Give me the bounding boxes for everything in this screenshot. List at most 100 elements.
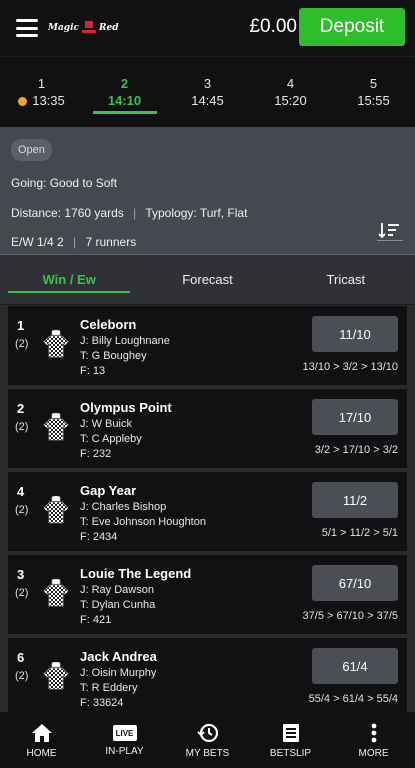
odds-history: 3/2 > 17/10 > 3/2 [314, 444, 398, 456]
runner-card: 4 (2) Gap Year J: Charles Bishop T: Eve … [8, 472, 407, 551]
race-time: 15:55 [357, 93, 390, 108]
runner-name: Celeborn [80, 317, 137, 332]
trainer-name: T: Dylan Cunha [80, 599, 156, 611]
jockey-name: J: W Buick [80, 418, 132, 430]
runner-draw: (2) [15, 587, 29, 599]
distance-value: 1760 yards [64, 206, 124, 220]
odds-history: 55/4 > 61/4 > 55/4 [308, 693, 398, 705]
top-bar: Magic Red £0.00 Deposit [0, 0, 415, 56]
sort-icon[interactable] [377, 220, 403, 242]
race-time: 14:45 [191, 93, 224, 108]
runner-form: F: 421 [80, 614, 112, 626]
race-tab-3[interactable]: 3 14:45 [166, 57, 249, 127]
history-icon [196, 723, 218, 743]
runner-name: Louie The Legend [80, 566, 192, 581]
tab-win-ew[interactable]: Win / Ew [0, 255, 138, 304]
runner-name: Olympus Point [80, 400, 172, 415]
live-icon: LIVE [112, 725, 137, 741]
distance-line: Distance: 1760 yards | Typology: Turf, F… [11, 206, 404, 220]
logo-word-red: Red [99, 23, 119, 33]
jockey-silk-icon [43, 413, 69, 441]
odds-history: 13/10 > 3/2 > 13/10 [302, 361, 398, 373]
home-icon [31, 724, 52, 742]
odds-button[interactable]: 61/4 [312, 648, 398, 684]
each-way-terms: E/W 1/4 2 [11, 235, 64, 249]
brand-logo[interactable]: Magic Red [48, 13, 119, 43]
runner-card: 2 (2) Olympus Point J: W Buick T: C Appl… [8, 389, 407, 468]
nav-betslip[interactable]: BETSLIP [249, 712, 332, 768]
odds-history: 5/1 > 11/2 > 5/1 [321, 527, 398, 539]
runners-count: 7 runners [85, 235, 137, 249]
bet-type-tabs: Win / Ew Forecast Tricast [0, 255, 415, 305]
jockey-silk-icon [43, 330, 69, 358]
betslip-icon [282, 724, 299, 742]
nav-mybets[interactable]: MY BETS [166, 712, 249, 768]
going-line: Going: Good to Soft [11, 176, 404, 190]
race-number: 3 [203, 76, 212, 91]
trainer-name: T: Eve Johnson Houghton [80, 516, 206, 528]
runner-form: F: 232 [80, 448, 112, 460]
odds-button[interactable]: 17/10 [312, 399, 398, 435]
nav-label: MORE [358, 748, 389, 759]
runner-form: F: 33624 [80, 697, 124, 709]
nav-inplay[interactable]: LIVE IN-PLAY [83, 712, 166, 768]
logo-word-magic: Magic [48, 23, 79, 33]
status-badge: Open [11, 139, 52, 161]
odds-button[interactable]: 11/2 [312, 482, 398, 518]
nav-more[interactable]: MORE [332, 712, 415, 768]
distance-label: Distance: [11, 206, 62, 220]
runner-draw: (2) [15, 670, 29, 682]
going-value: Good to Soft [49, 176, 118, 190]
runner-list: 1 (2) Celeborn J: Billy Loughnane T: G B… [0, 306, 415, 712]
nav-label: BETSLIP [269, 748, 312, 759]
runner-draw: (2) [15, 338, 29, 350]
runner-number: 3 [17, 567, 25, 582]
runner-draw: (2) [15, 504, 29, 516]
account-balance[interactable]: £0.00 [249, 16, 297, 38]
divider: | [73, 235, 77, 249]
nav-label: IN-PLAY [105, 746, 144, 757]
trainer-name: T: C Appleby [80, 433, 142, 445]
tab-tricast[interactable]: Tricast [277, 255, 415, 304]
runner-card: 6 (2) Jack Andrea J: Oisin Murphy T: R E… [8, 638, 407, 712]
more-dots-icon [371, 723, 376, 743]
odds-history: 37/5 > 67/10 > 37/5 [302, 610, 398, 622]
typology-label: Typology: [145, 206, 197, 220]
race-number: 1 [37, 76, 46, 91]
trainer-name: T: R Eddery [80, 682, 138, 694]
jockey-name: J: Charles Bishop [80, 501, 167, 513]
deposit-button[interactable]: Deposit [299, 8, 405, 46]
runner-name: Gap Year [80, 483, 137, 498]
race-tab-4[interactable]: 4 15:20 [249, 57, 332, 127]
jockey-name: J: Ray Dawson [80, 584, 154, 596]
runner-number: 1 [17, 318, 25, 333]
jockey-silk-icon [43, 496, 69, 524]
race-time: 15:20 [274, 93, 307, 108]
odds-button[interactable]: 67/10 [312, 565, 398, 601]
going-label: Going: [11, 176, 47, 190]
runner-draw: (2) [15, 421, 29, 433]
race-timeline: 1 13:35 2 14:10 3 14:45 4 15:20 5 15:55 [0, 56, 415, 127]
nav-label: HOME [26, 748, 57, 759]
jockey-name: J: Oisin Murphy [80, 667, 157, 679]
divider: | [133, 206, 137, 220]
tab-forecast[interactable]: Forecast [138, 255, 276, 304]
race-number: 4 [286, 76, 295, 91]
runner-form: F: 2434 [80, 531, 118, 543]
bottom-navigation: HOME LIVE IN-PLAY MY BETS BETSLIP MORE [0, 712, 415, 768]
runner-form: F: 13 [80, 365, 106, 377]
trainer-name: T: G Boughey [80, 350, 147, 362]
top-hat-icon [82, 21, 96, 33]
nav-home[interactable]: HOME [0, 712, 83, 768]
race-tab-1[interactable]: 1 13:35 [0, 57, 83, 127]
odds-button[interactable]: 11/10 [312, 316, 398, 352]
race-number: 5 [369, 76, 378, 91]
runner-card: 3 (2) Louie The Legend J: Ray Dawson T: … [8, 555, 407, 634]
race-time: 13:35 [32, 93, 65, 108]
nav-label: MY BETS [185, 748, 230, 759]
race-tab-5[interactable]: 5 15:55 [332, 57, 415, 127]
runner-number: 4 [17, 484, 25, 499]
menu-icon[interactable] [16, 17, 38, 39]
race-tab-2[interactable]: 2 14:10 [83, 57, 166, 127]
runner-number: 6 [17, 650, 25, 665]
